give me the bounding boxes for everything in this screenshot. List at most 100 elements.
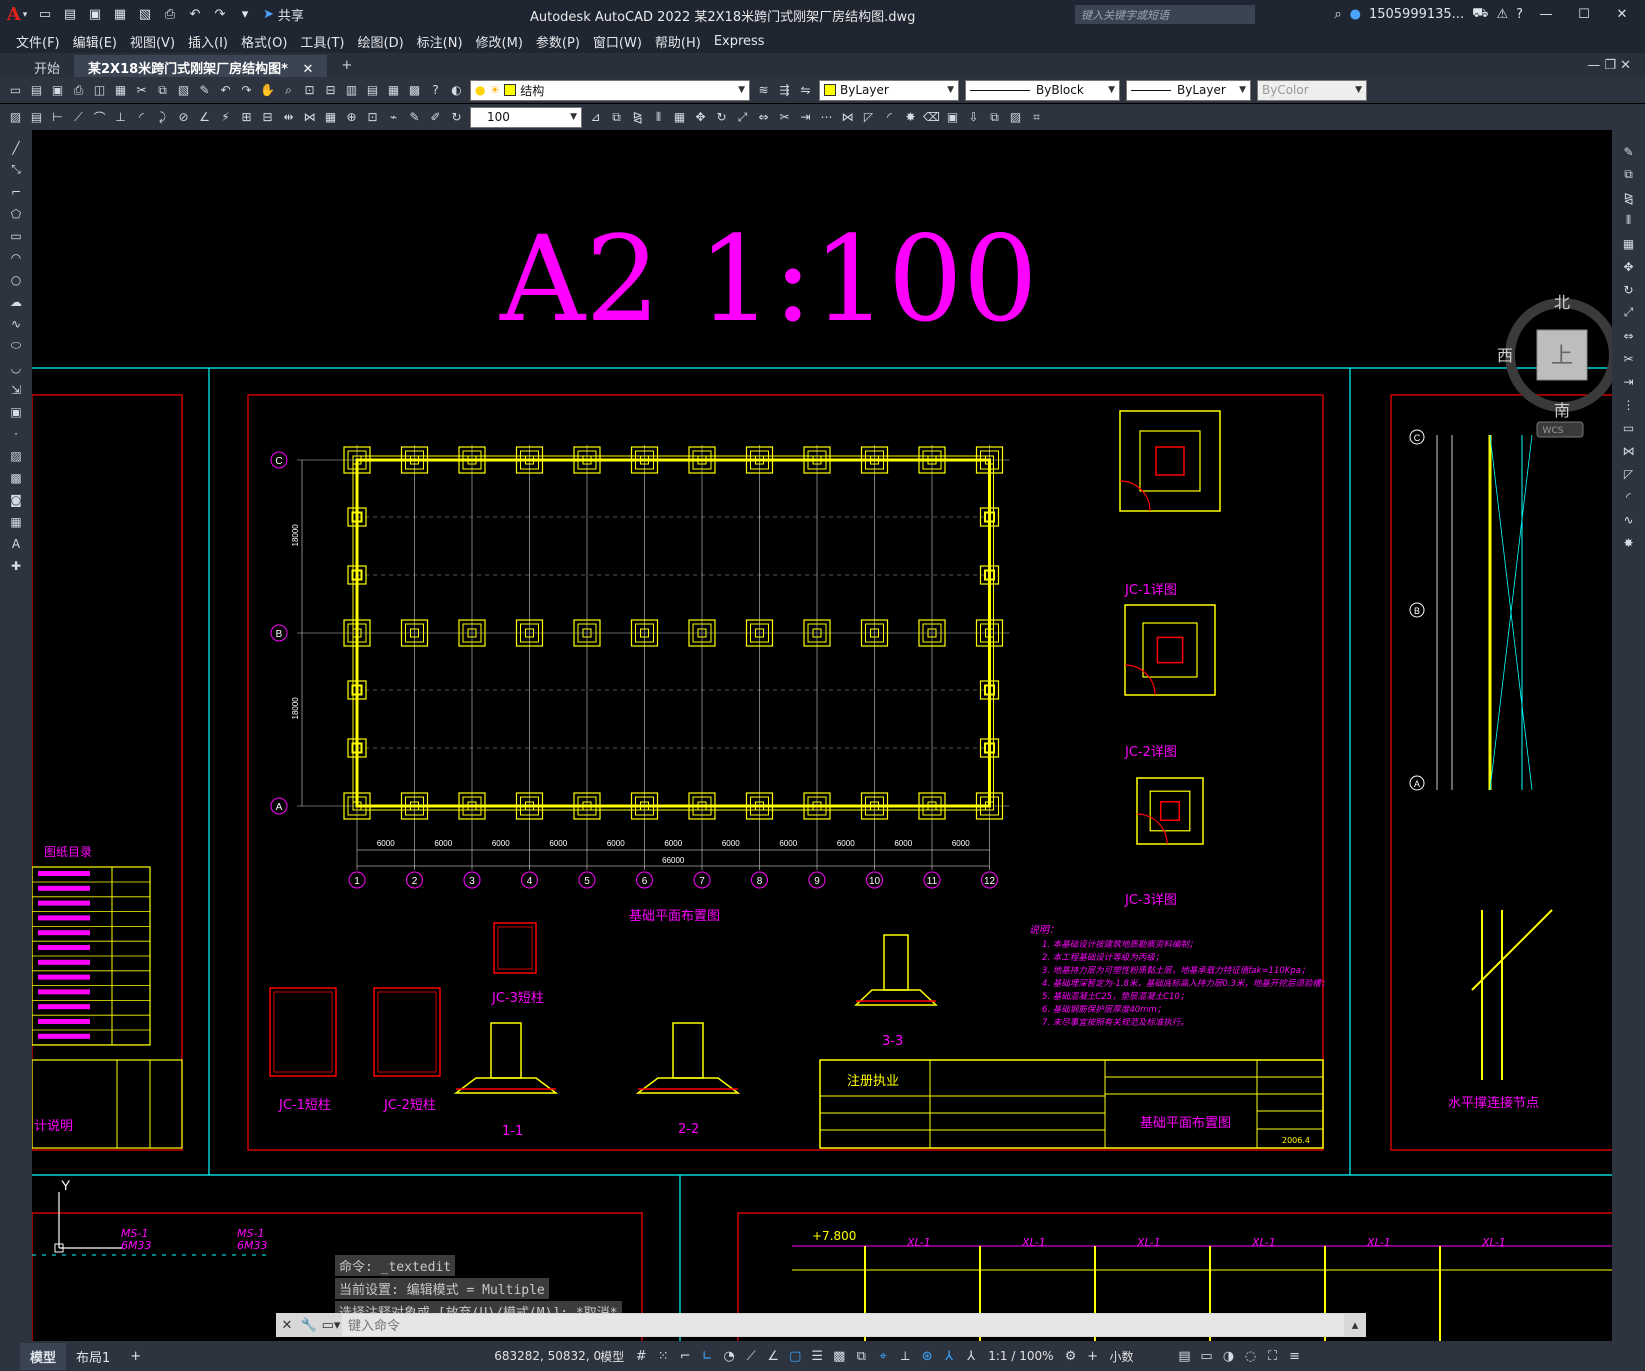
infer-constraints-icon[interactable]: ⌐: [674, 1345, 696, 1367]
viewcube[interactable]: 上 北 南 东 西 WCS: [1497, 280, 1612, 450]
clean-screen-icon[interactable]: ⛶: [1262, 1345, 1284, 1367]
annotation-scale[interactable]: 1:1 / 100%: [982, 1349, 1059, 1363]
menu-item[interactable]: 修改(M): [476, 32, 536, 51]
plotstyle-dropdown[interactable]: ByColor ▼: [1257, 79, 1367, 101]
help-icon[interactable]: ?: [1516, 7, 1523, 22]
join-icon[interactable]: ⋈: [838, 108, 857, 127]
maximize-icon[interactable]: ☐: [1569, 7, 1599, 22]
user-icon[interactable]: ●: [1350, 7, 1361, 22]
trim-icon[interactable]: ✂: [775, 108, 794, 127]
3d-osnap-icon[interactable]: ⌖: [872, 1345, 894, 1367]
grid-icon[interactable]: #: [630, 1345, 652, 1367]
dim-edit-icon[interactable]: ✎: [405, 108, 424, 127]
menu-item[interactable]: Express: [714, 34, 778, 49]
trim-icon[interactable]: ✂: [1619, 349, 1639, 368]
jogged-linear-icon[interactable]: ⌁: [384, 108, 403, 127]
baseline-dim-icon[interactable]: ⊞: [237, 108, 256, 127]
menu-item[interactable]: 帮助(H): [655, 32, 714, 51]
isodraft-icon[interactable]: ⟋: [740, 1345, 762, 1367]
object-snap-tracking-icon[interactable]: ∠: [762, 1345, 784, 1367]
undo-icon[interactable]: ↶: [184, 5, 206, 25]
redo-icon[interactable]: ↷: [237, 81, 256, 100]
annotation-monitor-icon[interactable]: +: [1082, 1345, 1104, 1367]
tab-drawing[interactable]: 某2X18米跨门式刚架厂房结构图* ✕: [74, 55, 328, 77]
calculator-icon[interactable]: ▩: [405, 81, 424, 100]
menu-item[interactable]: 格式(O): [241, 32, 300, 51]
region-icon[interactable]: ◙: [6, 490, 26, 509]
menu-item[interactable]: 文件(F): [16, 32, 73, 51]
tab-close-icon[interactable]: ✕: [303, 62, 314, 77]
mtext-icon[interactable]: A: [6, 534, 26, 553]
tab-start[interactable]: 开始: [20, 55, 74, 77]
help-icon[interactable]: ?: [426, 81, 445, 100]
linear-dim-icon[interactable]: ⊢: [48, 108, 67, 127]
rectangle-icon[interactable]: ▭: [6, 226, 26, 245]
chamfer-icon[interactable]: ◸: [1619, 464, 1639, 483]
mirror-icon[interactable]: ⧎: [1619, 188, 1639, 207]
mirror-icon[interactable]: ⧎: [628, 108, 647, 127]
clip-icon[interactable]: ⌗: [1027, 108, 1046, 127]
lineweight-dropdown[interactable]: ByLayer ▼: [1126, 79, 1251, 101]
rotate-icon[interactable]: ↻: [1619, 280, 1639, 299]
cut-icon[interactable]: ✂: [132, 81, 151, 100]
copy-icon[interactable]: ⧉: [1619, 165, 1639, 184]
erase-icon[interactable]: ✎: [1619, 142, 1639, 161]
workspace-gear-icon[interactable]: ⚙: [1060, 1345, 1082, 1367]
zoom-window-icon[interactable]: ⊡: [300, 81, 319, 100]
search-input[interactable]: 键入关键字或短语: [1075, 5, 1255, 24]
new-icon[interactable]: ▭: [6, 81, 25, 100]
command-recent-icon[interactable]: ▭▾: [320, 1318, 342, 1333]
insert-block-icon[interactable]: ⇲: [6, 380, 26, 399]
circle-icon[interactable]: ○: [6, 270, 26, 289]
dim-text-edit-icon[interactable]: ✐: [426, 108, 445, 127]
explode-icon[interactable]: ✸: [901, 108, 920, 127]
selection-cycling-icon[interactable]: ⧉: [850, 1345, 872, 1367]
coordinates-readout[interactable]: 683282, 50832, 0: [494, 1349, 601, 1363]
publish-icon[interactable]: ▦: [111, 81, 130, 100]
block-icon[interactable]: ▣: [943, 108, 962, 127]
transparency-icon[interactable]: ▩: [828, 1345, 850, 1367]
layer-properties-icon[interactable]: ≋: [754, 81, 773, 100]
command-scroll-icon[interactable]: ▴: [1344, 1318, 1366, 1333]
new-tab-button[interactable]: +: [327, 55, 366, 77]
break-icon[interactable]: ▭: [1619, 418, 1639, 437]
close-icon[interactable]: ✕: [1607, 7, 1637, 22]
hatch-icon[interactable]: ▨: [6, 446, 26, 465]
minimize-icon[interactable]: —: [1531, 7, 1561, 22]
quick-properties-icon[interactable]: ▤: [1174, 1345, 1196, 1367]
open-file-icon[interactable]: ▤: [59, 5, 81, 25]
compass-north[interactable]: 北: [1554, 293, 1570, 312]
share-button[interactable]: ➤ 共享: [263, 5, 304, 24]
polar-icon[interactable]: ◔: [718, 1345, 740, 1367]
design-center-icon[interactable]: ▤: [363, 81, 382, 100]
break-icon[interactable]: ⋯: [817, 108, 836, 127]
chamfer-icon[interactable]: ◸: [859, 108, 878, 127]
tab-layout1[interactable]: 布局1: [66, 1343, 120, 1370]
undo-icon[interactable]: ↶: [216, 81, 235, 100]
search-icon[interactable]: ⌕: [1334, 7, 1341, 22]
dynamic-ucs-icon[interactable]: ⟂: [894, 1345, 916, 1367]
redo-icon[interactable]: ↷: [209, 5, 231, 25]
tool-palettes-icon[interactable]: ▦: [384, 81, 403, 100]
save-icon[interactable]: ▣: [48, 81, 67, 100]
match-prop-icon[interactable]: ✎: [195, 81, 214, 100]
copy-icon[interactable]: ⧉: [153, 81, 172, 100]
menu-item[interactable]: 参数(P): [536, 32, 593, 51]
offset-icon[interactable]: ⫴: [1619, 211, 1639, 230]
continue-dim-icon[interactable]: ⊟: [258, 108, 277, 127]
annotation-visibility-icon[interactable]: ⅄: [938, 1345, 960, 1367]
user-account[interactable]: 1505999135...: [1369, 7, 1464, 22]
scale-icon[interactable]: ⤢: [1619, 303, 1639, 322]
diameter-dim-icon[interactable]: ⊘: [174, 108, 193, 127]
paste-icon[interactable]: ▧: [174, 81, 193, 100]
copy-object-icon[interactable]: ⧉: [607, 108, 626, 127]
open-icon[interactable]: ▤: [27, 81, 46, 100]
image-icon[interactable]: ▨: [1006, 108, 1025, 127]
offset-icon[interactable]: ⫴: [649, 108, 668, 127]
add-selected-icon[interactable]: ✚: [6, 556, 26, 575]
stretch-icon[interactable]: ⇔: [754, 108, 773, 127]
zoom-previous-icon[interactable]: ⊟: [321, 81, 340, 100]
scale-icon[interactable]: ⤢: [733, 108, 752, 127]
autodesk-a360-icon[interactable]: ⚠: [1496, 7, 1508, 22]
command-customize-icon[interactable]: 🔧: [298, 1318, 320, 1333]
